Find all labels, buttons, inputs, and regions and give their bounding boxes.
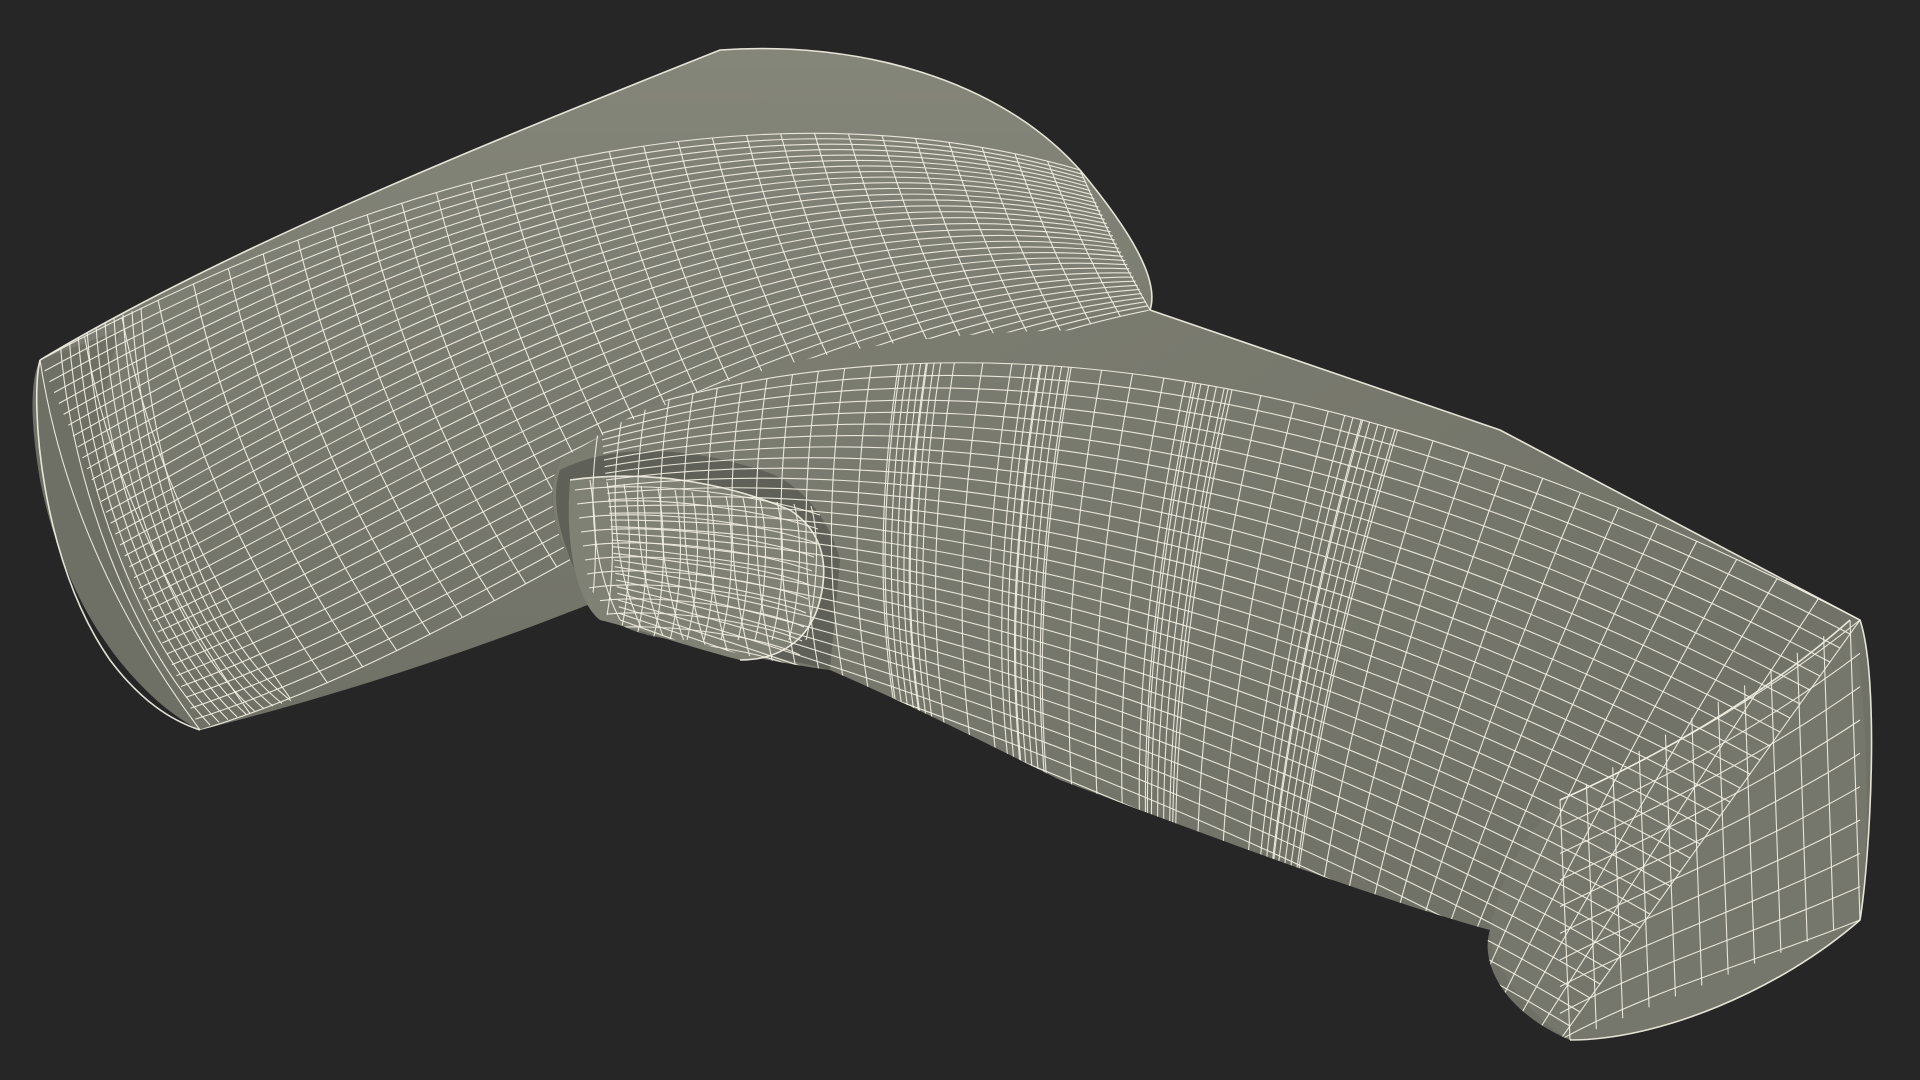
wireframe-render bbox=[32, 47, 1873, 1041]
render-viewport bbox=[0, 0, 1920, 1080]
model-body bbox=[32, 48, 1872, 1040]
